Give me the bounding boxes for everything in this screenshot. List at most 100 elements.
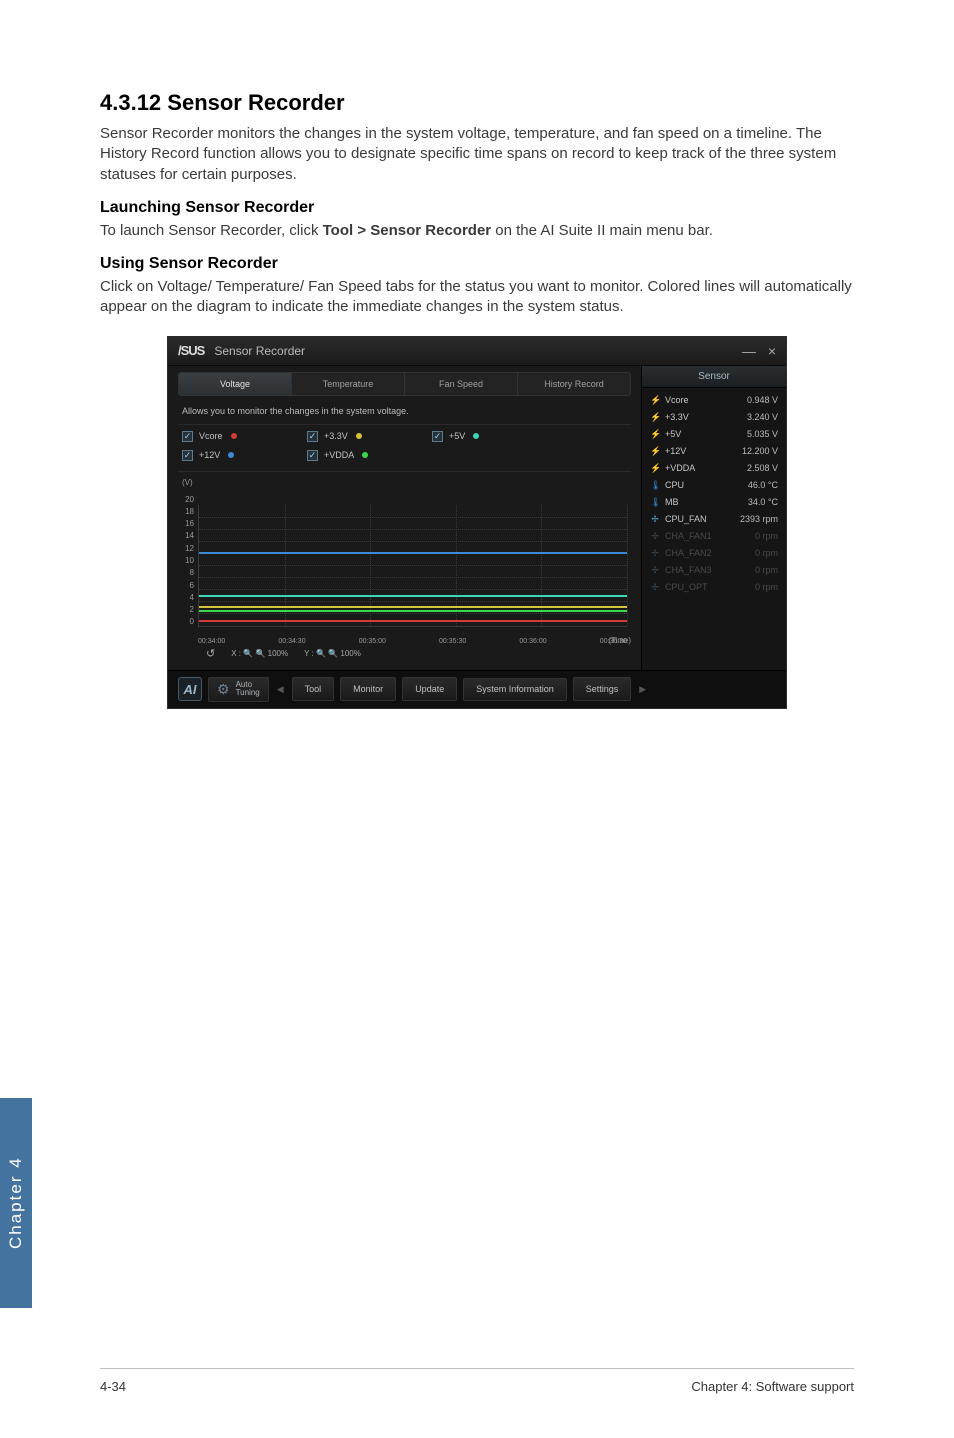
footer-system-info-button[interactable]: System Information <box>463 678 567 701</box>
sensor-value: 0 rpm <box>755 582 778 592</box>
app-footer-bar: AI ⚙ Auto Tuning ◀ Tool Monitor Update S… <box>168 670 786 708</box>
footer-settings-button[interactable]: Settings <box>573 677 632 701</box>
sensor-name: CHA_FAN2 <box>665 548 712 558</box>
sensor-row: ⚡+3.3V3.240 V <box>648 409 780 426</box>
tab-voltage[interactable]: Voltage <box>179 373 292 395</box>
x-tick: 00:34:00 <box>198 638 225 645</box>
page-footer: 4-34 Chapter 4: Software support <box>100 1368 854 1394</box>
series-line <box>199 610 627 612</box>
sensor-name: +VDDA <box>665 463 695 473</box>
check-label: +3.3V <box>324 431 348 441</box>
sensor-value: 5.035 V <box>747 429 778 439</box>
fan-icon: ✢ <box>650 531 660 542</box>
chapter-label: Chapter 4: Software support <box>691 1379 854 1394</box>
zoom-x-label: X : <box>231 649 241 658</box>
sensor-row: ✢CHA_FAN10 rpm <box>648 528 780 545</box>
sensor-name: CPU_OPT <box>665 582 708 592</box>
sensor-name: +12V <box>665 446 686 456</box>
launching-paragraph: To launch Sensor Recorder, click Tool > … <box>100 221 854 241</box>
text-segment: on the AI Suite II main menu bar. <box>491 222 713 239</box>
sensor-panel-header: Sensor <box>642 366 786 388</box>
y-axis-label: (V) <box>178 472 631 487</box>
subheading-using: Using Sensor Recorder <box>100 255 854 273</box>
therm-icon: 🌡 <box>650 480 660 491</box>
checkbox-icon: ✓ <box>307 431 318 442</box>
series-line <box>199 552 627 554</box>
series-line <box>199 620 627 622</box>
y-tick: 10 <box>178 556 194 565</box>
zoom-y: Y : 🔍 🔍 100% <box>304 649 361 658</box>
check-3-3v[interactable]: ✓ +3.3V <box>307 431 402 442</box>
ai-suite-logo: AI <box>178 677 202 701</box>
bolt-icon: ⚡ <box>650 412 660 423</box>
sensor-value: 0 rpm <box>755 565 778 575</box>
sensor-name: CPU <box>665 480 684 490</box>
fan-icon: ✢ <box>650 565 660 576</box>
bolt-icon: ⚡ <box>650 463 660 474</box>
sensor-row: ⚡+5V5.035 V <box>648 426 780 443</box>
footer-monitor-button[interactable]: Monitor <box>340 677 396 701</box>
zoom-in-icon[interactable]: 🔍 <box>255 649 265 658</box>
zoom-out-icon[interactable]: 🔍 <box>243 649 253 658</box>
check-12v[interactable]: ✓ +12V <box>182 450 277 461</box>
sensor-row: ✢ CPU_OPT 0 rpm <box>648 579 780 596</box>
footer-update-button[interactable]: Update <box>402 677 457 701</box>
footer-tool-button[interactable]: Tool <box>292 677 335 701</box>
y-tick: 2 <box>178 605 194 614</box>
y-axis-ticks: 20181614121086420 <box>178 495 194 627</box>
close-button[interactable]: × <box>768 343 776 359</box>
checkbox-icon: ✓ <box>182 450 193 461</box>
y-tick: 14 <box>178 531 194 540</box>
page-number: 4-34 <box>100 1379 126 1394</box>
tab-fan-speed[interactable]: Fan Speed <box>405 373 518 395</box>
sensor-name: CHA_FAN3 <box>665 565 712 575</box>
zoom-reset-icon[interactable]: ↺ <box>206 647 215 660</box>
gear-icon: ⚙ <box>217 681 230 698</box>
y-tick: 12 <box>178 544 194 553</box>
tab-temperature[interactable]: Temperature <box>292 373 405 395</box>
therm-icon: 🌡 <box>650 497 660 508</box>
auto-tuning-button[interactable]: ⚙ Auto Tuning <box>208 677 269 702</box>
checkbox-icon: ✓ <box>182 431 193 442</box>
sensor-panel: Sensor ⚡Vcore0.948 V⚡+3.3V3.240 V⚡+5V5.0… <box>641 366 786 670</box>
tab-bar: Voltage Temperature Fan Speed History Re… <box>178 372 631 396</box>
zoom-x-value: 100% <box>268 649 288 658</box>
bolt-icon: ⚡ <box>650 395 660 406</box>
sensor-row: ✢ CHA_FAN3 0 rpm <box>648 562 780 579</box>
y-tick: 4 <box>178 593 194 602</box>
voltage-checkbox-group: ✓ Vcore ✓ +3.3V ✓ +5V ✓ <box>178 424 631 472</box>
sensor-row: ⚡+VDDA2.508 V <box>648 460 780 477</box>
x-tick: 00:34:30 <box>278 638 305 645</box>
x-axis-label: (Time) <box>608 636 631 645</box>
check-5v[interactable]: ✓ +5V <box>432 431 527 442</box>
minimize-button[interactable]: — <box>742 343 756 359</box>
zoom-out-icon[interactable]: 🔍 <box>316 649 326 658</box>
auto-tuning-label-2: Tuning <box>236 689 260 697</box>
x-tick: 00:35:00 <box>359 638 386 645</box>
sensor-name: CHA_FAN1 <box>665 531 712 541</box>
series-color-dot <box>231 433 237 439</box>
tab-description: Allows you to monitor the changes in the… <box>178 396 631 424</box>
window-titlebar: /SUS Sensor Recorder — × <box>168 337 786 366</box>
x-tick: 00:35:30 <box>439 638 466 645</box>
sensor-value: 0.948 V <box>747 395 778 405</box>
nav-right-icon[interactable]: ▶ <box>637 684 648 695</box>
zoom-in-icon[interactable]: 🔍 <box>328 649 338 658</box>
sensor-name: MB <box>665 497 679 507</box>
sensor-row: 🌡MB34.0 °C <box>648 494 780 511</box>
bolt-icon: ⚡ <box>650 446 660 457</box>
section-heading: 4.3.12 Sensor Recorder <box>100 90 854 116</box>
nav-left-icon[interactable]: ◀ <box>275 684 286 695</box>
zoom-y-label: Y : <box>304 649 314 658</box>
series-line <box>199 606 627 608</box>
sensor-row: ⚡+12V12.200 V <box>648 443 780 460</box>
fan-icon: ✢ <box>650 582 660 593</box>
tab-history-record[interactable]: History Record <box>518 373 630 395</box>
window-title: Sensor Recorder <box>214 344 305 358</box>
y-tick: 6 <box>178 581 194 590</box>
check-vcore[interactable]: ✓ Vcore <box>182 431 277 442</box>
sensor-recorder-window: /SUS Sensor Recorder — × Voltage Tempera… <box>167 336 787 709</box>
x-axis-ticks: 00:34:0000:34:3000:35:0000:35:3000:36:00… <box>198 638 627 645</box>
series-color-dot <box>473 433 479 439</box>
check-vdda[interactable]: ✓ +VDDA <box>307 450 402 461</box>
